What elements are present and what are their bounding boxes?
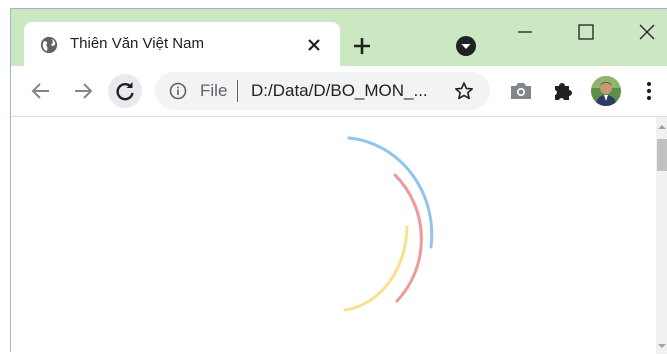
camera-icon[interactable] bbox=[507, 77, 535, 105]
tab-search-icon[interactable] bbox=[455, 35, 477, 57]
vertical-scrollbar[interactable] bbox=[656, 117, 667, 354]
arrow-right-icon[interactable] bbox=[69, 77, 97, 105]
toolbar: File D:/Data/D/BO_MON_... bbox=[11, 66, 667, 116]
star-icon[interactable] bbox=[454, 81, 474, 101]
scroll-down-arrow-icon[interactable] bbox=[656, 340, 667, 352]
info-icon[interactable] bbox=[169, 82, 187, 100]
spinner-arc-yellow bbox=[343, 225, 409, 312]
omnibox-divider bbox=[237, 80, 238, 102]
scrollbar-thumb[interactable] bbox=[657, 139, 667, 171]
page-content bbox=[11, 116, 667, 354]
puzzle-icon[interactable] bbox=[549, 77, 577, 105]
loading-spinner bbox=[343, 136, 434, 312]
plus-icon[interactable] bbox=[351, 35, 373, 57]
profile-photo bbox=[591, 76, 621, 106]
scheme-label: File bbox=[200, 81, 228, 100]
globe-icon bbox=[40, 36, 58, 54]
avatar[interactable] bbox=[591, 76, 621, 106]
spinner-arc-red bbox=[393, 173, 423, 303]
window-close-icon[interactable] bbox=[627, 17, 667, 47]
reload-button[interactable] bbox=[108, 74, 142, 108]
tab-active[interactable]: Thiên Văn Việt Nam bbox=[24, 22, 340, 68]
close-icon[interactable] bbox=[304, 35, 324, 55]
url-text[interactable]: D:/Data/D/BO_MON_... bbox=[251, 81, 428, 101]
arrow-left-icon[interactable] bbox=[27, 77, 55, 105]
kebab-menu-icon[interactable] bbox=[635, 77, 663, 105]
scroll-up-arrow-icon[interactable] bbox=[656, 121, 667, 133]
tab-title: Thiên Văn Việt Nam bbox=[70, 35, 204, 52]
address-bar[interactable]: File D:/Data/D/BO_MON_... bbox=[155, 72, 490, 110]
maximize-icon[interactable] bbox=[566, 17, 606, 47]
minimize-icon[interactable] bbox=[505, 17, 545, 47]
browser-window: Thiên Văn Việt Nam File D:/Data/D/BO_MON… bbox=[10, 8, 667, 354]
spinner-arc-blue bbox=[347, 136, 434, 249]
reload-icon bbox=[116, 82, 134, 101]
